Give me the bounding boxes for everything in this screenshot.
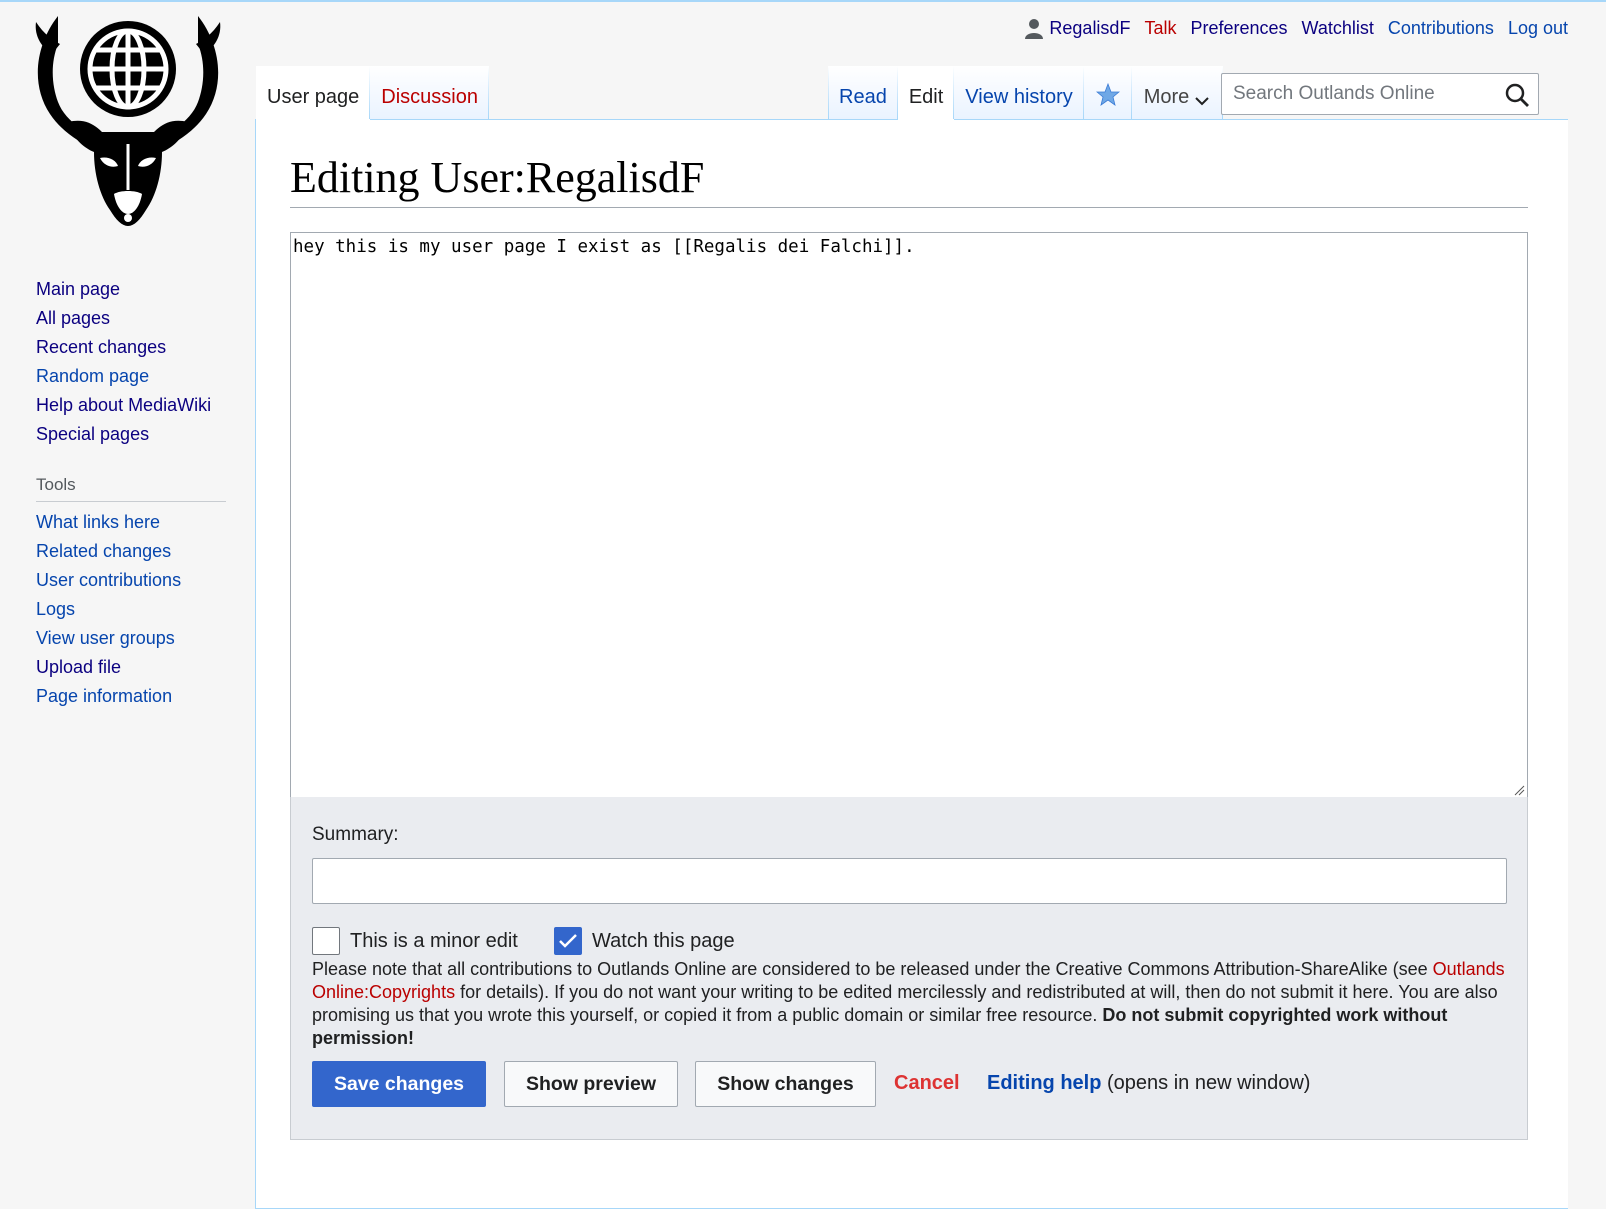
editing-help-link[interactable]: Editing help (987, 1072, 1101, 1094)
search-icon[interactable] (1504, 82, 1530, 108)
cancel-link[interactable]: Cancel (894, 1072, 960, 1095)
watch-label: Watch this page (592, 929, 735, 952)
tab-read-label: Read (839, 86, 887, 108)
sidebar: Main page All pages Recent changes Rando… (36, 275, 256, 711)
more-label: More (1143, 86, 1190, 108)
contributions-link[interactable]: Contributions (1388, 18, 1494, 39)
sidebar-tools: What links here Related changes User con… (36, 508, 256, 711)
chevron-down-icon (1195, 97, 1210, 106)
top-border (0, 0, 1606, 2)
sidebar-item-special-pages[interactable]: Special pages (36, 420, 256, 449)
sidebar-item-upload-file[interactable]: Upload file (36, 653, 256, 682)
username-label: RegalisdF (1049, 18, 1131, 38)
license-text-1: Please note that all contributions to Ou… (312, 959, 1433, 979)
sidebar-item-view-user-groups[interactable]: View user groups (36, 624, 256, 653)
show-changes-button[interactable]: Show changes (695, 1061, 876, 1107)
minor-edit-checkbox[interactable] (312, 927, 340, 955)
sidebar-item-recent-changes[interactable]: Recent changes (36, 333, 256, 362)
user-icon (1025, 18, 1044, 39)
user-link[interactable]: RegalisdF (1025, 18, 1130, 39)
sidebar-item-help[interactable]: Help about MediaWiki (36, 391, 256, 420)
site-logo[interactable] (28, 14, 228, 234)
sidebar-item-random-page[interactable]: Random page (36, 362, 256, 391)
resize-handle-icon[interactable] (1513, 784, 1525, 796)
checkmark-icon (559, 934, 577, 948)
tab-view-history[interactable]: View history (954, 66, 1084, 120)
search-input[interactable] (1231, 82, 1495, 106)
minor-edit-label: This is a minor edit (350, 929, 518, 952)
tab-edit-label: Edit (908, 86, 944, 108)
license-notice: Please note that all contributions to Ou… (312, 958, 1512, 1050)
tab-view-history-label: View history (965, 86, 1073, 108)
preview-button[interactable]: Show preview (504, 1061, 678, 1107)
view-tabs: Read Edit View history More (828, 66, 1224, 120)
tab-discussion[interactable]: Discussion (370, 66, 489, 120)
sidebar-navigation: Main page All pages Recent changes Rando… (36, 275, 256, 449)
sidebar-item-all-pages[interactable]: All pages (36, 304, 256, 333)
sidebar-item-what-links-here[interactable]: What links here (36, 508, 256, 537)
logout-link[interactable]: Log out (1508, 18, 1568, 39)
sidebar-item-related-changes[interactable]: Related changes (36, 537, 256, 566)
tools-heading: Tools (36, 471, 226, 502)
tab-discussion-label: Discussion (381, 86, 478, 108)
save-button[interactable]: Save changes (312, 1061, 486, 1107)
namespace-tabs: User page Discussion (256, 66, 489, 120)
tab-user-page[interactable]: User page (256, 66, 371, 120)
sidebar-item-main-page[interactable]: Main page (36, 275, 256, 304)
sidebar-item-logs[interactable]: Logs (36, 595, 256, 624)
watch-star-tab[interactable] (1083, 66, 1132, 120)
watch-checkbox[interactable] (554, 927, 582, 955)
sidebar-item-page-information[interactable]: Page information (36, 682, 256, 711)
summary-label: Summary: (312, 824, 399, 845)
star-icon (1095, 83, 1120, 106)
page-title: Editing User:RegalisdF (290, 152, 1528, 208)
wikitext-editor[interactable]: hey this is my user page I exist as [[Re… (290, 232, 1528, 798)
preferences-link[interactable]: Preferences (1190, 18, 1287, 39)
summary-input[interactable] (312, 858, 1507, 904)
tab-edit[interactable]: Edit (897, 66, 955, 120)
editing-help-note: (opens in new window) (1107, 1072, 1311, 1094)
sidebar-item-user-contributions[interactable]: User contributions (36, 566, 256, 595)
minor-edit-option: This is a minor edit (312, 927, 518, 955)
edit-options-panel: Summary: This is a minor edit Watch this… (290, 797, 1528, 1140)
watchlist-link[interactable]: Watchlist (1302, 18, 1374, 39)
editing-help: Editing help (opens in new window) (987, 1072, 1310, 1095)
personal-tools: RegalisdF Talk Preferences Watchlist Con… (1025, 18, 1568, 39)
talk-link[interactable]: Talk (1144, 18, 1176, 39)
search-box (1221, 73, 1539, 115)
tab-read[interactable]: Read (828, 66, 898, 120)
watch-option: Watch this page (554, 927, 735, 955)
tab-user-page-label: User page (267, 86, 360, 108)
more-menu[interactable]: More (1131, 66, 1224, 120)
